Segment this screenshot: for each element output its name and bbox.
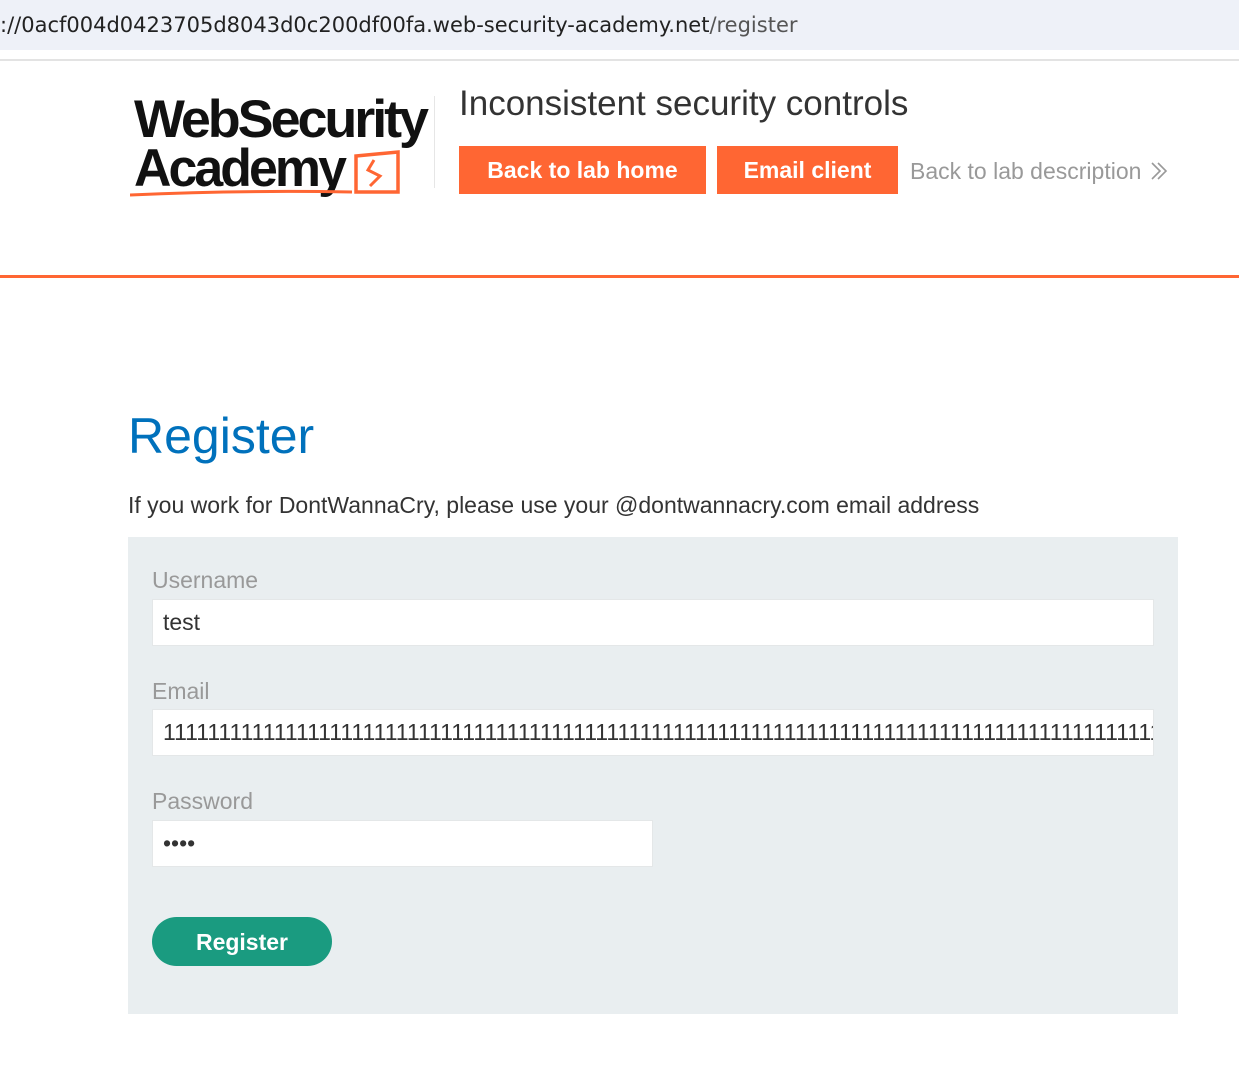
address-bar-divider: [0, 59, 1239, 61]
lab-title: Inconsistent security controls: [459, 84, 909, 123]
url-host: ://0acf004d0423705d8043d0c200df00fa.web-…: [0, 13, 710, 37]
email-label: Email: [152, 678, 210, 704]
password-label: Password: [152, 788, 253, 814]
password-input[interactable]: ••••: [152, 820, 653, 867]
double-chevron-right-icon: [1151, 162, 1168, 180]
url-text[interactable]: ://0acf004d0423705d8043d0c200df00fa.web-…: [0, 12, 798, 38]
web-security-academy-logo[interactable]: WebSecurity Academy: [129, 88, 433, 202]
header-divider: [0, 275, 1239, 278]
back-to-lab-description-label: Back to lab description: [910, 158, 1142, 184]
page-title: Register: [128, 408, 315, 464]
email-input[interactable]: 1111111111111111111111111111111111111111…: [152, 709, 1154, 756]
email-domain-hint: If you work for DontWannaCry, please use…: [128, 492, 980, 518]
logo-line2: Academy: [134, 139, 347, 198]
address-bar[interactable]: ://0acf004d0423705d8043d0c200df00fa.web-…: [0, 0, 1239, 50]
username-label: Username: [152, 567, 259, 593]
logo-separator: [434, 96, 435, 188]
back-to-lab-description-link[interactable]: Back to lab description: [910, 156, 1169, 186]
email-client-button[interactable]: Email client: [717, 146, 898, 194]
back-to-lab-home-button[interactable]: Back to lab home: [459, 146, 706, 194]
logo-graphic: WebSecurity Academy: [129, 90, 433, 198]
register-button[interactable]: Register: [152, 917, 332, 966]
username-input[interactable]: test: [152, 599, 1154, 646]
url-path: /register: [709, 13, 798, 37]
